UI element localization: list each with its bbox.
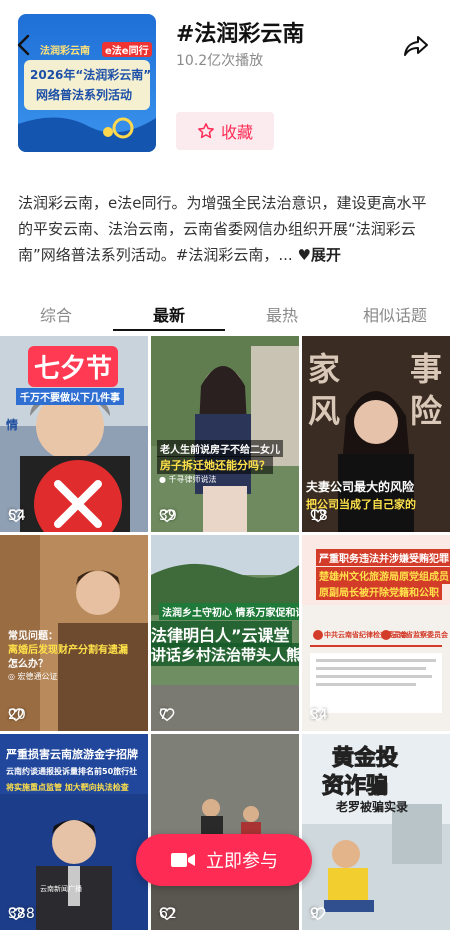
cover-sub-text: 网络普法系列活动 <box>36 88 133 102</box>
video-likes: 34 <box>310 707 328 723</box>
topic-header: 法润彩云南 e法e同行 2026年“法润彩云南” 网络普法系列活动 #法润彩云南… <box>0 0 450 160</box>
expand-link[interactable]: ♥展开 <box>297 246 340 264</box>
video-overlay-title: 老人生前说房子不给二女儿 <box>157 440 283 457</box>
video-overlay-text: 讲话乡村法治带头人熊国 <box>151 643 299 666</box>
video-overlay-text: 将实施重点监管 加大靶向执法检查 <box>6 783 129 792</box>
video-card[interactable]: 严重损害云南旅游金字招牌 云南约谈通报投诉量排名前50旅行社 将实施重点监管 加… <box>0 734 148 930</box>
star-icon <box>198 123 214 139</box>
video-overlay-title: 七夕节 <box>28 346 119 387</box>
heart-outline-icon <box>8 708 24 722</box>
video-card[interactable]: 62 <box>151 734 299 930</box>
video-likes: 39 <box>159 508 177 524</box>
video-camera-icon <box>171 853 195 867</box>
heart-small-icon: ♥ <box>297 246 311 264</box>
video-overlay-title: 严重职务违法并涉嫌受贿犯罪 <box>316 549 450 566</box>
video-overlay-text: 险 <box>410 392 443 430</box>
tab-similar-topics[interactable]: 相似话题 <box>339 302 450 326</box>
tab-latest[interactable]: 最新 <box>113 302 225 326</box>
expand-label: 展开 <box>310 246 341 264</box>
video-overlay-text: ◎ 宏德通公证 <box>8 672 58 681</box>
video-overlay-text: 家 <box>308 350 341 388</box>
cover-title-text: 法润彩云南 <box>40 46 90 57</box>
video-overlay-text: 怎么办？ <box>8 659 48 670</box>
video-card[interactable]: 老人生前说房子不给二女儿 房子拆迁她还能分吗？ ● 千寻律师说法 39 <box>151 336 299 532</box>
cover-tag-text: e法e同行 <box>102 42 152 57</box>
video-card[interactable]: 家 事 风 险 夫妻公司最大的风险 把公司当成了自己家的 18 <box>302 336 450 532</box>
play-count: 10.2亿次播放 <box>176 53 264 69</box>
participate-label: 立即参与 <box>206 851 278 872</box>
video-overlay-text: 情 <box>6 418 19 432</box>
video-overlay-subtitle: 资诈骗 <box>321 774 389 800</box>
video-likes: 9 <box>310 906 326 922</box>
favorite-label: 收藏 <box>220 123 253 142</box>
video-overlay-text: ● 千寻律师说法 <box>159 475 217 484</box>
heart-outline-icon <box>8 509 24 523</box>
video-card[interactable]: 七夕节 千万不要做以下几件事 情 54 <box>0 336 148 532</box>
heart-outline-icon <box>159 708 175 722</box>
video-overlay-text: 原副局长被开除党籍和公职 <box>316 583 442 600</box>
cover-year-text: 2026年“法润彩云南” <box>30 68 152 82</box>
video-overlay-text: 云南新闻广播 <box>40 885 82 893</box>
active-tab-indicator <box>113 329 225 331</box>
video-overlay-title: 夫妻公司最大的风险 <box>306 480 415 494</box>
tab-comprehensive[interactable]: 综合 <box>0 302 112 326</box>
heart-outline-icon <box>310 708 326 722</box>
video-likes: 388 <box>8 906 35 922</box>
topic-title: #法润彩云南 <box>176 22 305 47</box>
video-card[interactable]: 黄金投 资诈骗 老罗被骗实录 9 <box>302 734 450 930</box>
video-likes: 20 <box>8 707 26 723</box>
video-card[interactable]: 常见问题： 离婚后发现财产分割有遗漏 怎么办？ ◎ 宏德通公证 20 <box>0 535 148 731</box>
video-likes: 7 <box>159 707 175 723</box>
video-card[interactable]: 严重职务违法并涉嫌受贿犯罪 楚雄州文化旅游局原党组成员 原副局长被开除党籍和公职… <box>302 535 450 731</box>
video-overlay-subtitle: 法润乡土守初心 情系万家促和谐 <box>159 603 299 620</box>
tab-hottest[interactable]: 最热 <box>226 302 338 326</box>
heart-outline-icon <box>159 509 175 523</box>
video-overlay-subtitle: 云南约谈通报投诉量排名前50旅行社 <box>6 767 138 776</box>
video-overlay-subtitle: 楚雄州文化旅游局原党组成员 <box>316 567 450 584</box>
video-card[interactable]: 法润乡土守初心 情系万家促和谐 法律明白人”云课堂 讲话乡村法治带头人熊国 7 <box>151 535 299 731</box>
participate-button[interactable]: 立即参与 <box>136 834 312 886</box>
video-overlay-subtitle: 离婚后发现财产分割有遗漏 <box>8 645 128 656</box>
video-overlay-subtitle: 千万不要做以下几件事 <box>16 388 124 405</box>
description-text: 法润彩云南，e法e同行。为增强全民法治意识，建设更高水平的平安云南、法治云南，云… <box>18 194 427 264</box>
video-overlay-subtitle: 房子拆迁她还能分吗？ <box>157 456 273 474</box>
tab-bar: 综合 最新 最热 相似话题 <box>0 296 450 332</box>
video-likes: 62 <box>159 906 177 922</box>
video-overlay-text: 事 <box>410 350 443 388</box>
video-likes: 54 <box>8 508 26 524</box>
heart-outline-icon <box>159 907 175 921</box>
heart-outline-icon <box>310 907 326 921</box>
heart-outline-icon <box>8 907 24 921</box>
video-overlay-text: 云南省监察委员会 <box>392 631 448 639</box>
video-overlay-text: 风 <box>308 392 341 430</box>
video-likes: 18 <box>310 508 328 524</box>
topic-description: 法润彩云南，e法e同行。为增强全民法治意识，建设更高水平的平安云南、法治云南，云… <box>18 190 432 268</box>
video-overlay-text: 老罗被骗实录 <box>336 800 409 814</box>
heart-outline-icon <box>310 509 326 523</box>
video-overlay-title: 严重损害云南旅游金字招牌 <box>6 748 138 761</box>
share-icon[interactable] <box>402 32 430 60</box>
favorite-button[interactable]: 收藏 <box>176 112 274 150</box>
back-arrow-icon[interactable] <box>12 32 38 58</box>
video-overlay-title: 常见问题： <box>8 631 58 642</box>
topic-cover-image: 法润彩云南 e法e同行 2026年“法润彩云南” 网络普法系列活动 <box>18 14 156 152</box>
